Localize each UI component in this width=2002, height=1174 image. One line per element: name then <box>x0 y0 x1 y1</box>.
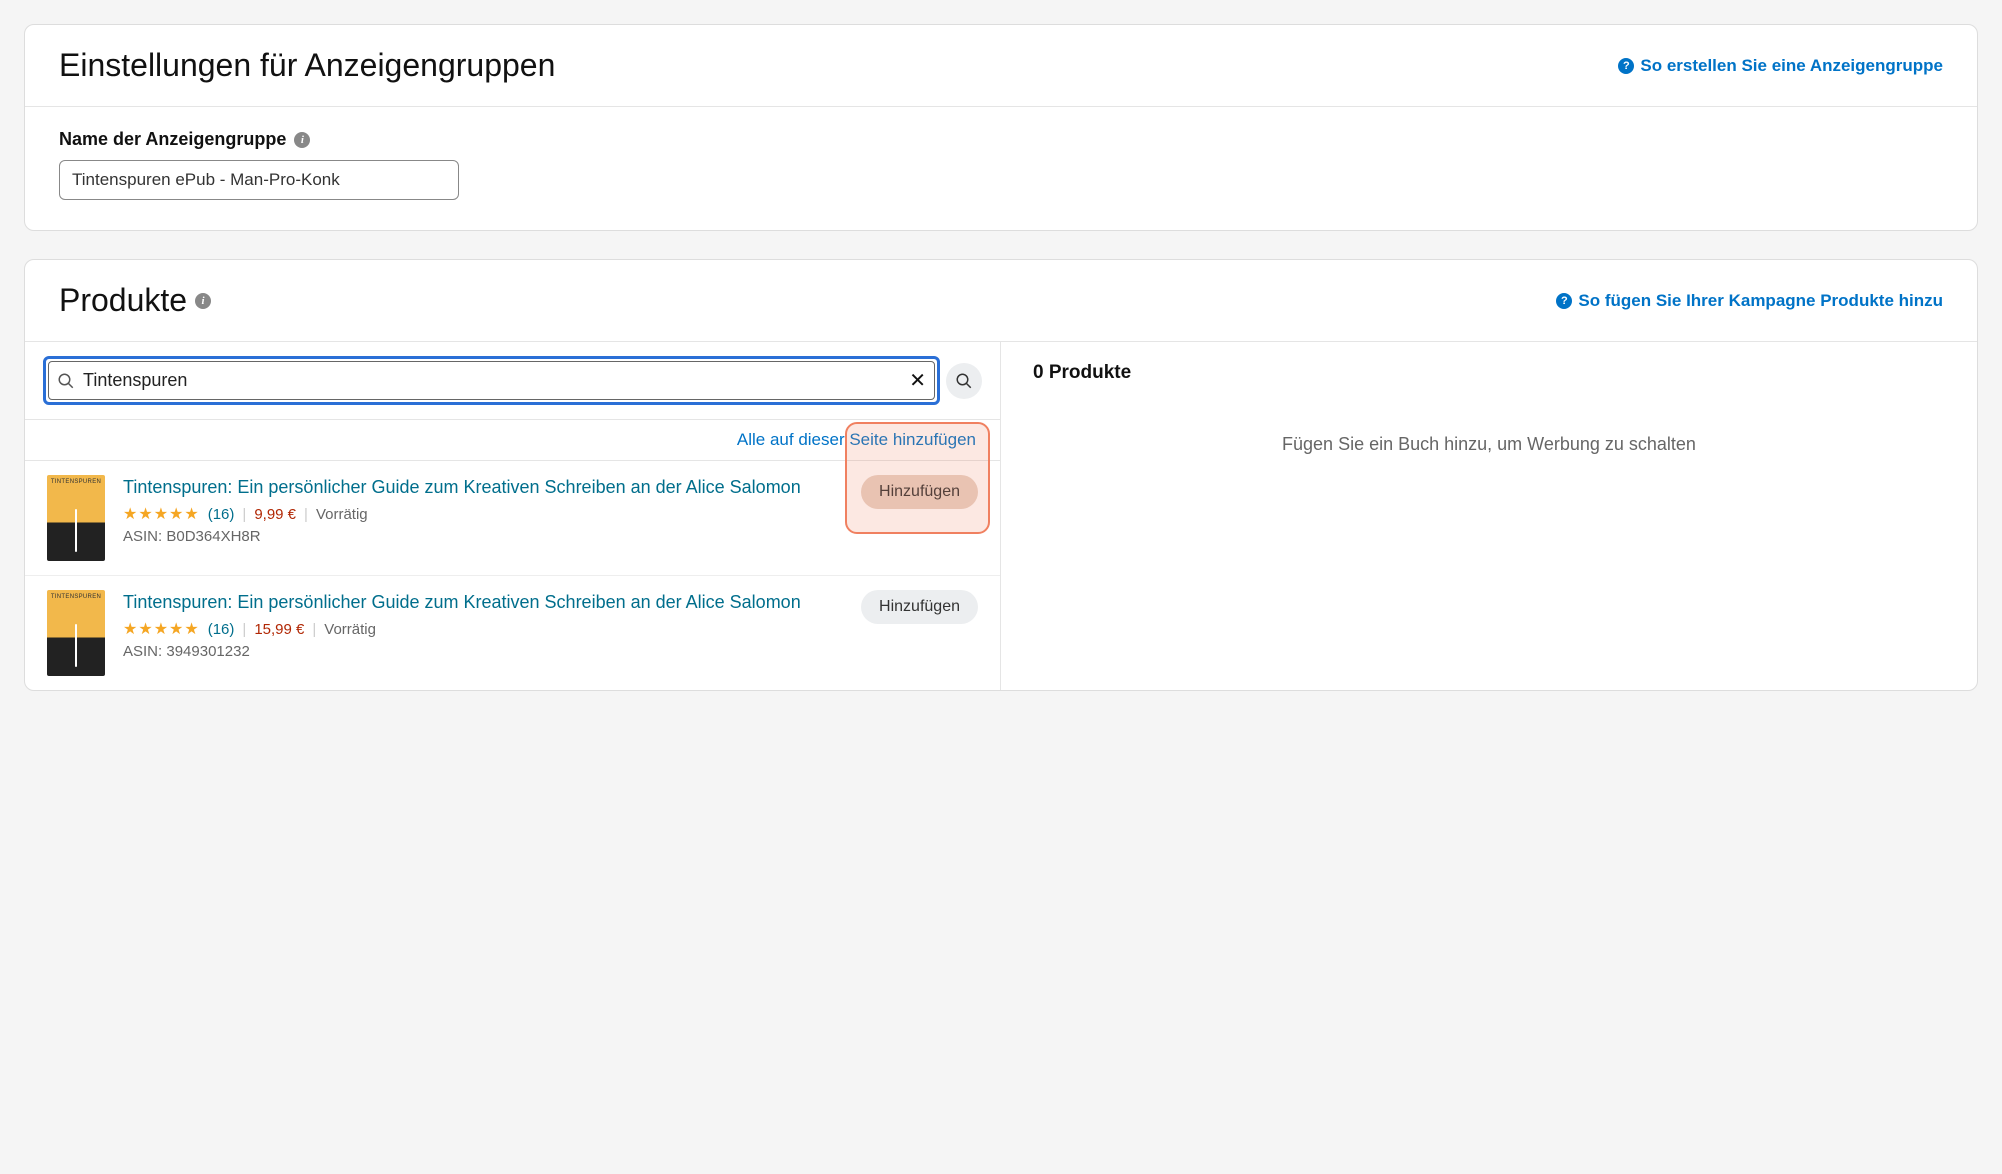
product-asin: ASIN: 3949301232 <box>123 643 843 660</box>
star-rating-icon: ★★★★★ <box>123 504 200 524</box>
product-thumbnail[interactable] <box>47 475 105 561</box>
product-stock: Vorrätig <box>324 621 376 638</box>
product-row: Tintenspuren: Ein persönlicher Guide zum… <box>25 461 1000 576</box>
add-all-row: Alle auf dieser Seite hinzufügen <box>25 420 1000 461</box>
settings-title: Einstellungen für Anzeigengruppen <box>59 47 555 84</box>
settings-header: Einstellungen für Anzeigengruppen ? So e… <box>25 25 1977 107</box>
search-wrap: ✕ <box>43 356 940 405</box>
settings-help-link[interactable]: ? So erstellen Sie eine Anzeigengruppe <box>1618 56 1943 76</box>
star-rating-icon: ★★★★★ <box>123 619 200 639</box>
products-search-panel: ✕ Alle auf dieser Seite hinzufügen Tinte… <box>25 342 1001 690</box>
product-title-link[interactable]: Tintenspuren: Ein persönlicher Guide zum… <box>123 590 843 615</box>
search-row: ✕ <box>25 342 1000 420</box>
product-meta: ★★★★★(16) | 9,99 € | Vorrätig <box>123 504 843 524</box>
search-icon <box>57 372 75 390</box>
product-row: Tintenspuren: Ein persönlicher Guide zum… <box>25 576 1000 690</box>
product-search-input[interactable] <box>83 370 901 391</box>
help-icon: ? <box>1556 293 1572 309</box>
products-card: Produkte i ? So fügen Sie Ihrer Kampagne… <box>24 259 1978 691</box>
products-header: Produkte i ? So fügen Sie Ihrer Kampagne… <box>25 260 1977 341</box>
add-product-button[interactable]: Hinzufügen <box>861 590 978 624</box>
adgroup-name-input[interactable] <box>59 160 459 200</box>
search-button[interactable] <box>946 363 982 399</box>
product-price: 15,99 € <box>254 621 304 638</box>
product-price: 9,99 € <box>254 506 296 523</box>
products-help-link[interactable]: ? So fügen Sie Ihrer Kampagne Produkte h… <box>1556 291 1943 311</box>
ad-group-settings-card: Einstellungen für Anzeigengruppen ? So e… <box>24 24 1978 231</box>
clear-icon[interactable]: ✕ <box>909 368 926 393</box>
product-info: Tintenspuren: Ein persönlicher Guide zum… <box>123 475 843 545</box>
selected-count: 0 Produkte <box>1033 362 1945 384</box>
adgroup-name-label: Name der Anzeigengruppe i <box>59 129 1943 150</box>
product-info: Tintenspuren: Ein persönlicher Guide zum… <box>123 590 843 660</box>
products-help-text: So fügen Sie Ihrer Kampagne Produkte hin… <box>1578 291 1943 311</box>
add-product-button[interactable]: Hinzufügen <box>861 475 978 509</box>
add-all-link[interactable]: Alle auf dieser Seite hinzufügen <box>737 430 976 449</box>
info-icon[interactable]: i <box>294 132 310 148</box>
selected-products-panel: 0 Produkte Fügen Sie ein Buch hinzu, um … <box>1001 342 1977 690</box>
settings-body: Name der Anzeigengruppe i <box>25 107 1977 230</box>
info-icon[interactable]: i <box>195 293 211 309</box>
settings-help-text: So erstellen Sie eine Anzeigengruppe <box>1640 56 1943 76</box>
search-icon <box>955 372 973 390</box>
product-stock: Vorrätig <box>316 506 368 523</box>
product-title-link[interactable]: Tintenspuren: Ein persönlicher Guide zum… <box>123 475 843 500</box>
product-asin: ASIN: B0D364XH8R <box>123 528 843 545</box>
product-meta: ★★★★★(16) | 15,99 € | Vorrätig <box>123 619 843 639</box>
products-title: Produkte i <box>59 282 211 319</box>
empty-state-message: Fügen Sie ein Buch hinzu, um Werbung zu … <box>1033 434 1945 455</box>
help-icon: ? <box>1618 58 1634 74</box>
review-count[interactable]: (16) <box>208 621 235 638</box>
products-split: ✕ Alle auf dieser Seite hinzufügen Tinte… <box>25 341 1977 690</box>
product-thumbnail[interactable] <box>47 590 105 676</box>
review-count[interactable]: (16) <box>208 506 235 523</box>
